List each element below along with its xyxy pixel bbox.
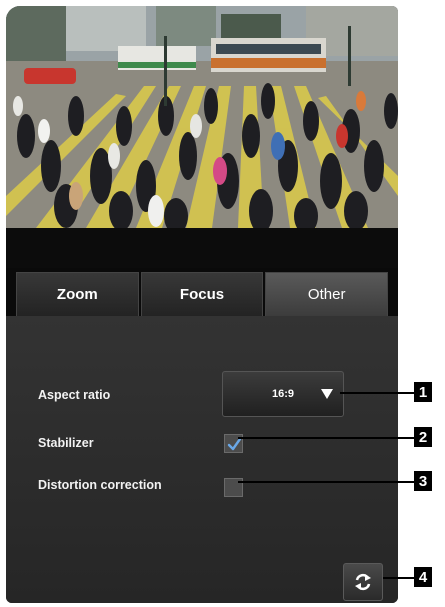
refresh-icon (355, 573, 371, 591)
screen: Zoom Focus Other Aspect ratio 16:9 Stabi… (0, 0, 445, 607)
refresh-button[interactable] (343, 563, 383, 601)
aspect-ratio-dropdown[interactable]: 16:9 (222, 371, 344, 417)
callout-line-4 (383, 577, 414, 579)
aspect-ratio-value: 16:9 (271, 388, 295, 400)
tab-bar: Zoom Focus Other (6, 268, 398, 316)
camera-preview[interactable] (6, 6, 398, 228)
callout-2: 2 (414, 427, 432, 447)
other-settings-panel: Aspect ratio 16:9 Stabilizer Distortion … (6, 316, 398, 603)
tab-focus[interactable]: Focus (140, 272, 264, 316)
callout-4: 4 (414, 567, 432, 587)
callout-line-1 (340, 392, 414, 394)
crosswalk-scene-image (6, 6, 398, 228)
preview-border (6, 228, 398, 268)
triangle-down-icon (321, 389, 333, 399)
tab-zoom[interactable]: Zoom (16, 272, 139, 316)
distortion-correction-label: Distortion correction (38, 478, 162, 492)
stabilizer-label: Stabilizer (38, 436, 94, 450)
callout-1: 1 (414, 382, 432, 402)
callout-line-2 (238, 437, 414, 439)
aspect-ratio-label: Aspect ratio (38, 388, 111, 402)
tab-other[interactable]: Other (265, 272, 389, 316)
callout-3: 3 (414, 471, 432, 491)
callout-line-3 (238, 481, 414, 483)
device-frame: Zoom Focus Other Aspect ratio 16:9 Stabi… (6, 6, 398, 603)
